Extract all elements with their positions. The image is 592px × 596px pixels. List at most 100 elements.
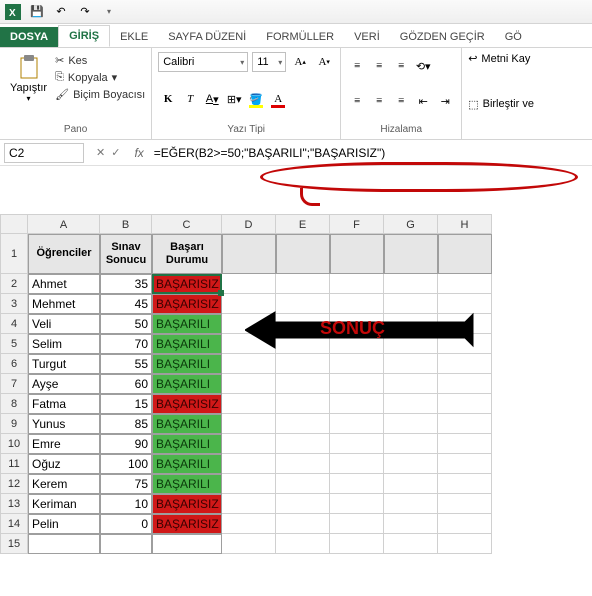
cell-result[interactable]: BAŞARISIZ (152, 394, 222, 414)
col-header-F[interactable]: F (330, 214, 384, 234)
cell-score[interactable]: 15 (100, 394, 152, 414)
cell-empty[interactable] (330, 534, 384, 554)
cell-result[interactable]: BAŞARILI (152, 474, 222, 494)
font-size-combo[interactable]: 11 (252, 52, 286, 72)
cell-empty[interactable] (28, 534, 100, 554)
name-box[interactable] (4, 143, 84, 163)
cell-empty[interactable] (152, 534, 222, 554)
align-center-button[interactable]: ≡ (369, 91, 389, 111)
cell-empty[interactable] (384, 314, 438, 334)
cell-empty[interactable] (438, 474, 492, 494)
shrink-font-button[interactable]: A▾ (314, 52, 334, 72)
qat-dropdown-icon[interactable]: ▾ (100, 3, 118, 21)
cell-empty[interactable] (222, 434, 276, 454)
font-name-combo[interactable]: Calibri (158, 52, 248, 72)
cell-result[interactable]: BAŞARILI (152, 334, 222, 354)
cell-empty[interactable] (438, 454, 492, 474)
merge-button[interactable]: ⬚Birleştir ve (468, 98, 534, 111)
align-top-button[interactable]: ≡ (347, 56, 367, 76)
cell-empty[interactable] (438, 494, 492, 514)
cell-empty[interactable] (384, 374, 438, 394)
fx-icon[interactable]: fx (128, 146, 149, 160)
tab-gi̇ri̇ş[interactable]: GİRİŞ (58, 25, 110, 47)
tab-veri̇[interactable]: VERİ (344, 27, 390, 47)
cell-student[interactable]: Ayşe (28, 374, 100, 394)
row-header-4[interactable]: 4 (0, 314, 28, 334)
wrap-text-button[interactable]: ↩Metni Kay (468, 52, 534, 65)
cell-empty[interactable] (276, 394, 330, 414)
cell-empty[interactable] (222, 234, 276, 274)
cell-empty[interactable] (222, 474, 276, 494)
cell-score[interactable]: 85 (100, 414, 152, 434)
copy-button[interactable]: ⎘Kopyala ▾ (55, 69, 145, 86)
cell-empty[interactable] (222, 394, 276, 414)
col-header-B[interactable]: B (100, 214, 152, 234)
cell-empty[interactable] (330, 414, 384, 434)
underline-button[interactable]: A▾ (202, 89, 222, 109)
cell-result[interactable]: BAŞARILI (152, 454, 222, 474)
cell-score[interactable]: 100 (100, 454, 152, 474)
cell-empty[interactable] (276, 274, 330, 294)
cell-empty[interactable] (438, 434, 492, 454)
tab-sayfa düzeni̇[interactable]: SAYFA DÜZENİ (158, 27, 256, 47)
cell-empty[interactable] (438, 374, 492, 394)
cell-empty[interactable] (276, 234, 330, 274)
cell-empty[interactable] (384, 294, 438, 314)
fill-color-button[interactable]: 🪣 (246, 89, 266, 109)
formula-input[interactable] (150, 144, 592, 162)
row-header-12[interactable]: 12 (0, 474, 28, 494)
row-header-6[interactable]: 6 (0, 354, 28, 374)
align-bottom-button[interactable]: ≡ (391, 56, 411, 76)
cell-empty[interactable] (330, 494, 384, 514)
cell-empty[interactable] (330, 374, 384, 394)
cell-student[interactable]: Veli (28, 314, 100, 334)
cell-score[interactable]: 50 (100, 314, 152, 334)
cell-result[interactable]: BAŞARISIZ (152, 294, 222, 314)
row-header-5[interactable]: 5 (0, 334, 28, 354)
cell-empty[interactable] (276, 294, 330, 314)
undo-icon[interactable]: ↶ (52, 3, 70, 21)
cell-score[interactable]: 55 (100, 354, 152, 374)
header-cell-A[interactable]: Öğrenciler (28, 234, 100, 274)
cell-empty[interactable] (222, 534, 276, 554)
cell-empty[interactable] (276, 354, 330, 374)
cell-score[interactable]: 90 (100, 434, 152, 454)
cell-empty[interactable] (222, 514, 276, 534)
cell-empty[interactable] (438, 354, 492, 374)
col-header-C[interactable]: C (152, 214, 222, 234)
cell-result[interactable]: BAŞARILI (152, 374, 222, 394)
cancel-formula-icon[interactable]: ✕ (96, 146, 105, 159)
cell-student[interactable]: Ahmet (28, 274, 100, 294)
row-header-7[interactable]: 7 (0, 374, 28, 394)
cell-empty[interactable] (384, 394, 438, 414)
cell-student[interactable]: Emre (28, 434, 100, 454)
cell-empty[interactable] (438, 534, 492, 554)
cell-empty[interactable] (384, 474, 438, 494)
cell-empty[interactable] (384, 454, 438, 474)
cell-empty[interactable] (384, 234, 438, 274)
save-icon[interactable]: 💾 (28, 3, 46, 21)
cell-empty[interactable] (222, 354, 276, 374)
cell-score[interactable]: 10 (100, 494, 152, 514)
align-middle-button[interactable]: ≡ (369, 56, 389, 76)
row-header-13[interactable]: 13 (0, 494, 28, 514)
cell-empty[interactable] (384, 334, 438, 354)
cell-score[interactable]: 75 (100, 474, 152, 494)
indent-inc-button[interactable]: ⇥ (435, 91, 455, 111)
cell-empty[interactable] (222, 414, 276, 434)
cell-empty[interactable] (276, 474, 330, 494)
cell-score[interactable]: 70 (100, 334, 152, 354)
cell-empty[interactable] (330, 274, 384, 294)
cell-empty[interactable] (330, 234, 384, 274)
cell-empty[interactable] (222, 294, 276, 314)
cell-student[interactable]: Pelin (28, 514, 100, 534)
cell-empty[interactable] (276, 514, 330, 534)
spreadsheet-grid[interactable]: ABCDEFGH 1ÖğrencilerSınav SonucuBaşarı D… (0, 214, 592, 554)
cell-result[interactable]: BAŞARISIZ (152, 274, 222, 294)
cell-result[interactable]: BAŞARILI (152, 414, 222, 434)
cell-empty[interactable] (330, 294, 384, 314)
cell-student[interactable]: Oğuz (28, 454, 100, 474)
cell-empty[interactable] (384, 434, 438, 454)
align-right-button[interactable]: ≡ (391, 91, 411, 111)
cell-empty[interactable] (438, 294, 492, 314)
